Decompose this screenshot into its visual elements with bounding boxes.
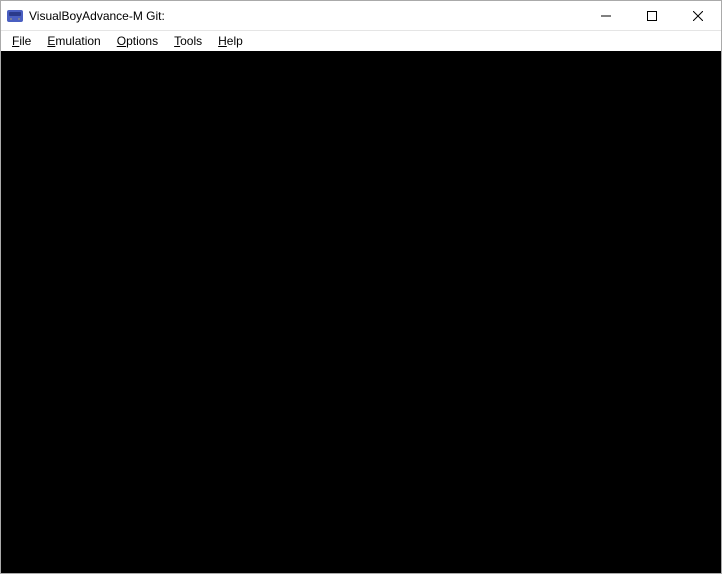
display-area [1, 51, 721, 573]
menu-file-rest: ile [19, 34, 31, 48]
close-button[interactable] [675, 1, 721, 30]
maximize-button[interactable] [629, 1, 675, 30]
menu-options-rest: ptions [126, 34, 158, 48]
menubar: File Emulation Options Tools Help [1, 31, 721, 51]
menu-emulation[interactable]: Emulation [40, 33, 107, 49]
menu-help[interactable]: Help [211, 33, 250, 49]
menu-options[interactable]: Options [110, 33, 165, 49]
menu-tools-rest: ools [180, 34, 202, 48]
application-window: VisualBoyAdvance-M Git: File Emulation O… [0, 0, 722, 574]
window-controls [583, 1, 721, 30]
minimize-button[interactable] [583, 1, 629, 30]
window-title: VisualBoyAdvance-M Git: [29, 9, 165, 23]
menu-help-rest: elp [227, 34, 243, 48]
menu-tools[interactable]: Tools [167, 33, 209, 49]
titlebar[interactable]: VisualBoyAdvance-M Git: [1, 1, 721, 31]
menu-emulation-rest: mulation [55, 34, 100, 48]
app-icon [7, 9, 23, 23]
menu-file[interactable]: File [5, 33, 38, 49]
